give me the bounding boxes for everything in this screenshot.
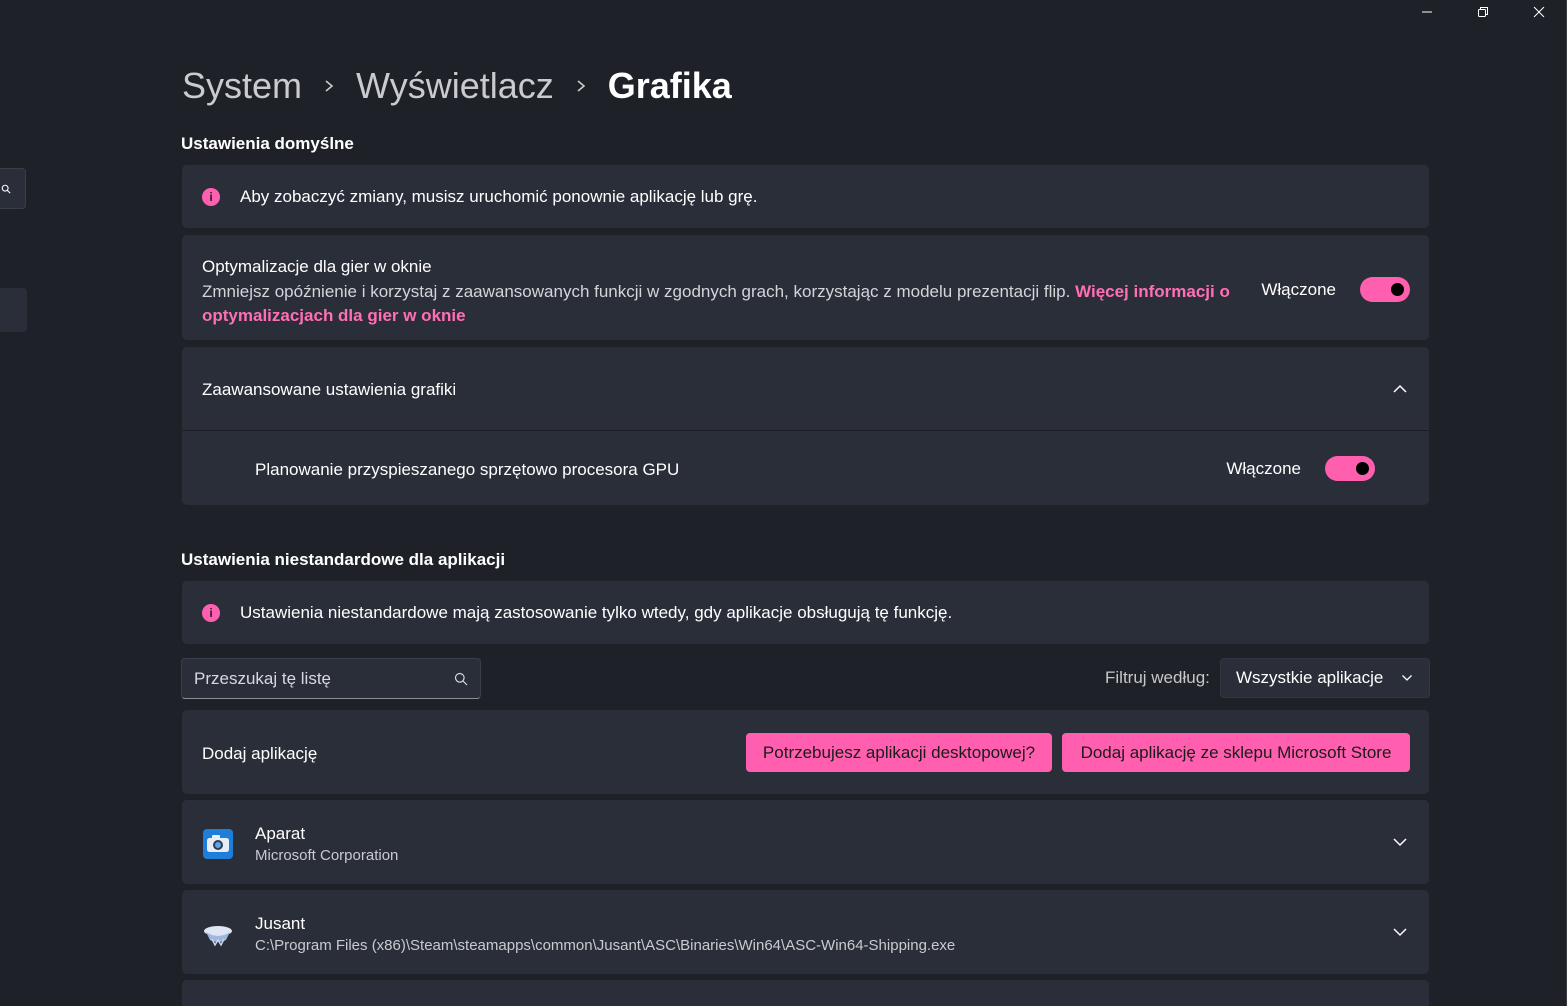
app-name: Jusant bbox=[255, 914, 306, 933]
restore-button[interactable] bbox=[1455, 0, 1511, 24]
minimize-button[interactable] bbox=[1399, 0, 1455, 24]
close-button[interactable] bbox=[1511, 0, 1567, 24]
search-icon bbox=[1, 184, 11, 194]
filter-label: Filtruj według: bbox=[1105, 668, 1210, 687]
windowed-opt-description-text: Zmniejsz opóźnienie i korzystaj z zaawan… bbox=[202, 282, 1071, 301]
toggle-knob bbox=[1356, 462, 1369, 475]
app-item-partial[interactable] bbox=[182, 980, 1429, 1006]
filter-dropdown[interactable]: Wszystkie aplikacje bbox=[1220, 658, 1430, 698]
breadcrumb: System Wyświetlacz Grafika bbox=[182, 62, 732, 110]
filter-dropdown-value: Wszystkie aplikacje bbox=[1236, 668, 1384, 687]
desktop-app-button[interactable]: Potrzebujesz aplikacji desktopowej? bbox=[746, 733, 1052, 772]
section-title-defaults: Ustawienia domyślne bbox=[181, 134, 354, 153]
windowed-opt-toggle[interactable] bbox=[1360, 277, 1410, 302]
window-controls bbox=[1399, 0, 1567, 24]
jusant-app-icon bbox=[202, 918, 234, 950]
gpu-scheduling-toggle[interactable] bbox=[1325, 456, 1375, 481]
gpu-scheduling-state-label: Włączone bbox=[1226, 458, 1301, 478]
app-name: Aparat bbox=[255, 824, 306, 843]
breadcrumb-item-system[interactable]: System bbox=[182, 65, 302, 107]
windowed-opt-title: Optymalizacje dla gier w oknie bbox=[202, 257, 432, 276]
page-title: Grafika bbox=[607, 65, 732, 106]
chevron-down-icon[interactable] bbox=[1390, 922, 1410, 942]
sidebar-selected-item[interactable] bbox=[0, 288, 27, 332]
custom-info-card: i Ustawienia niestandardowe mają zastoso… bbox=[182, 581, 1429, 644]
windowed-opt-state-label: Włączone bbox=[1261, 279, 1336, 299]
sidebar-search-box[interactable] bbox=[0, 168, 26, 209]
chevron-right-icon bbox=[554, 79, 608, 93]
app-list-search-box bbox=[181, 658, 481, 699]
restart-info-card: i Aby zobaczyć zmiany, musisz uruchomić … bbox=[182, 165, 1429, 228]
windowed-opt-toggle-group: Włączone bbox=[1261, 277, 1410, 302]
camera-app-icon bbox=[202, 828, 234, 860]
gpu-scheduling-label: Planowanie przyspieszanego sprzętowo pro… bbox=[255, 460, 680, 479]
app-item-aparat[interactable]: Aparat Microsoft Corporation bbox=[182, 800, 1429, 884]
chevron-up-icon bbox=[1390, 379, 1410, 399]
chevron-down-icon bbox=[1402, 675, 1412, 681]
custom-info-text: Ustawienia niestandardowe mają zastosowa… bbox=[240, 602, 953, 622]
chevron-right-icon bbox=[302, 79, 356, 93]
restore-icon bbox=[1478, 7, 1488, 17]
advanced-graphics-card: Zaawansowane ustawienia grafiki Planowan… bbox=[182, 347, 1429, 505]
windowed-games-optimization-card: Optymalizacje dla gier w oknie Zmniejsz … bbox=[182, 235, 1429, 340]
info-icon: i bbox=[202, 187, 220, 206]
store-app-button[interactable]: Dodaj aplikację ze sklepu Microsoft Stor… bbox=[1062, 733, 1410, 772]
restart-info-text: Aby zobaczyć zmiany, musisz uruchomić po… bbox=[240, 186, 758, 206]
app-path: C:\Program Files (x86)\Steam\steamapps\c… bbox=[255, 937, 956, 954]
close-icon bbox=[1533, 6, 1545, 18]
app-list-search-input[interactable] bbox=[194, 668, 454, 689]
breadcrumb-item-display[interactable]: Wyświetlacz bbox=[356, 65, 554, 107]
search-icon bbox=[454, 672, 468, 685]
app-publisher: Microsoft Corporation bbox=[255, 847, 399, 864]
minimize-icon bbox=[1422, 11, 1432, 13]
app-item-jusant[interactable]: Jusant C:\Program Files (x86)\Steam\stea… bbox=[182, 890, 1429, 974]
chevron-down-icon[interactable] bbox=[1390, 832, 1410, 852]
add-apps-card: Dodaj aplikację Potrzebujesz aplikacji d… bbox=[182, 710, 1429, 794]
advanced-graphics-header[interactable]: Zaawansowane ustawienia grafiki bbox=[182, 347, 1429, 431]
advanced-graphics-title: Zaawansowane ustawienia grafiki bbox=[202, 380, 457, 399]
add-apps-title: Dodaj aplikację bbox=[202, 744, 318, 763]
toggle-knob bbox=[1391, 283, 1404, 296]
section-title-custom: Ustawienia niestandardowe dla aplikacji bbox=[181, 550, 506, 569]
gpu-scheduling-toggle-group: Włączone bbox=[1226, 456, 1375, 481]
info-icon: i bbox=[202, 603, 220, 622]
windowed-opt-description: Zmniejsz opóźnienie i korzystaj z zaawan… bbox=[202, 280, 1242, 328]
